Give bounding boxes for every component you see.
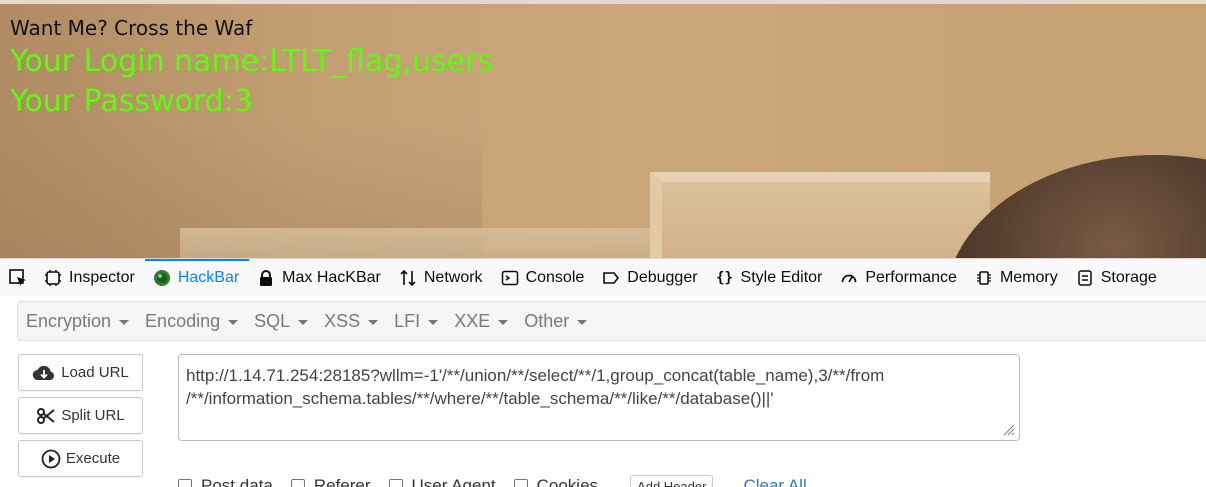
network-icon [399,269,417,287]
referer-checkbox[interactable] [290,479,305,487]
option-label: User Agent [411,476,496,487]
chevron-down-icon [368,319,379,325]
clear-all-link[interactable]: Clear All [743,476,806,487]
user-agent-checkbox[interactable] [388,479,403,487]
cloud-download-icon [32,365,55,380]
devtools-toolbar: Inspector HackBar Max HacKBar Network Co… [0,258,1206,296]
gauge-icon [840,269,858,287]
password-result: Your Password:3 [10,84,253,119]
chevron-down-icon [498,319,509,325]
menu-label: Other [524,310,570,331]
menu-encoding[interactable]: Encoding [137,311,246,332]
resize-grip-icon[interactable] [1001,422,1015,436]
tab-label: Performance [865,268,957,286]
tab-console[interactable]: Console [493,259,595,297]
option-label: Cookies [536,476,599,487]
split-url-label: Split URL [61,407,125,424]
tab-label: Max HacKBar [282,268,381,286]
menu-label: Encoding [145,310,221,331]
lock-icon [257,269,275,287]
storage-icon [1076,269,1094,287]
post-data-option[interactable]: Post data [178,476,273,487]
menu-sql[interactable]: SQL [246,311,316,332]
hackbar-panel: Encryption Encoding SQL XSS LFI XXE Othe… [0,296,1206,487]
menu-encryption[interactable]: Encryption [18,311,137,332]
user-agent-option[interactable]: User Agent [388,476,496,487]
memory-chip-icon [975,269,993,287]
element-picker-button[interactable] [0,259,36,297]
chevron-down-icon [577,319,588,325]
tab-label: Network [423,268,483,286]
load-url-label: Load URL [61,364,129,381]
url-textarea[interactable]: http://1.14.71.254:28185?wllm=-1'/**/uni… [178,354,1020,441]
hackbar-menu: Encryption Encoding SQL XSS LFI XXE Othe… [17,301,1206,341]
tab-hackbar[interactable]: HackBar [144,258,250,297]
option-label: Post data [201,476,273,487]
background-ledge [180,228,660,258]
tab-label: Storage [1100,268,1157,286]
menu-other[interactable]: Other [516,311,595,332]
braces-icon: {} [716,269,733,286]
chevron-down-icon [428,319,439,325]
inspector-icon [44,269,62,287]
post-data-checkbox[interactable] [178,479,192,487]
element-picker-icon [9,268,26,286]
split-url-button[interactable]: Split URL [18,397,143,434]
menu-xss[interactable]: XSS [316,311,386,332]
login-name-result: Your Login name:LTLT_flag,users [10,44,493,79]
tab-inspector[interactable]: Inspector [36,259,145,297]
cookies-checkbox[interactable] [513,479,528,487]
tab-label: Inspector [69,268,135,286]
execute-button[interactable]: Execute [18,440,143,477]
menu-label: SQL [254,310,291,331]
tab-performance[interactable]: Performance [832,259,967,297]
chevron-down-icon [119,319,130,325]
menu-xxe[interactable]: XXE [446,311,516,332]
tab-max-hackbar[interactable]: Max HacKBar [249,259,391,297]
tab-label: HackBar [177,268,240,286]
menu-label: XXE [454,310,491,331]
menu-label: Encryption [26,310,112,331]
tab-memory[interactable]: Memory [967,259,1068,297]
hackbar-options: Post data Referer User Agent Cookies Add… [178,474,807,487]
tab-network[interactable]: Network [391,259,493,297]
execute-label: Execute [65,450,121,467]
add-header-button[interactable]: Add Header [630,474,714,487]
tab-label: Style Editor [740,268,823,286]
background-strip [0,0,1206,4]
cookies-option[interactable]: Cookies [513,476,599,487]
menu-label: LFI [394,310,421,331]
load-url-button[interactable]: Load URL [18,354,143,391]
scissors-icon [37,407,55,424]
tab-label: Debugger [627,268,698,286]
tab-style-editor[interactable]: {} Style Editor [708,259,833,297]
option-label: Referer [313,476,371,487]
page-viewport: Want Me? Cross the Waf Your Login name:L… [0,0,1206,258]
debugger-icon [602,269,620,287]
tab-label: Console [525,268,585,286]
tab-label: Memory [999,268,1058,286]
chevron-down-icon [228,319,239,325]
tab-storage[interactable]: Storage [1068,259,1167,297]
chevron-down-icon [298,319,309,325]
menu-lfi[interactable]: LFI [386,311,446,332]
page-heading: Want Me? Cross the Waf [10,16,253,40]
referer-option[interactable]: Referer [290,476,371,487]
hackbar-icon [153,269,171,287]
play-circle-icon [41,449,61,468]
menu-label: XSS [324,310,361,331]
console-icon [501,269,519,287]
background-frame [650,172,990,258]
tab-debugger[interactable]: Debugger [594,259,707,297]
